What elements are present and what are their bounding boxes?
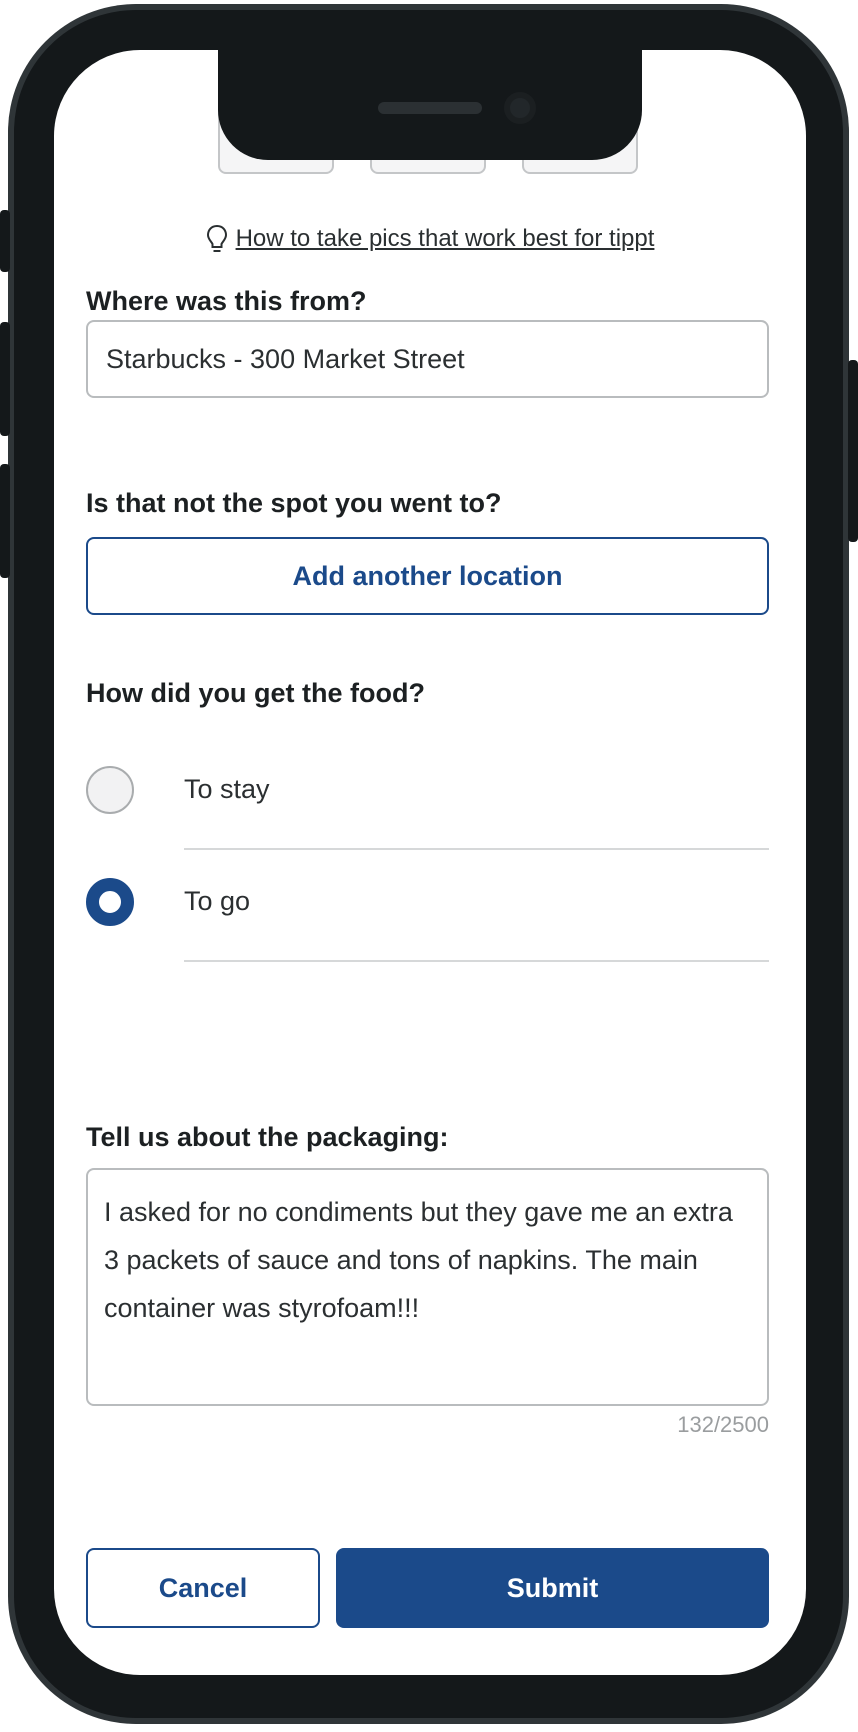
location-value: Starbucks - 300 Market Street <box>106 343 465 374</box>
packaging-textarea[interactable]: I asked for no condiments but they gave … <box>86 1168 769 1406</box>
notch <box>218 50 642 160</box>
submit-button[interactable]: Submit <box>336 1548 769 1628</box>
cancel-button[interactable]: Cancel <box>86 1548 320 1628</box>
mute-switch <box>0 210 10 272</box>
radio-selected[interactable] <box>86 878 134 926</box>
location-input[interactable]: Starbucks - 300 Market Street <box>86 320 769 398</box>
alt-location-label: Is that not the spot you went to? <box>86 488 502 518</box>
character-counter: 132/2500 <box>677 1412 769 1437</box>
front-camera <box>504 92 536 124</box>
submit-button-label: Submit <box>506 1572 599 1603</box>
packaging-label: Tell us about the packaging: <box>86 1122 449 1152</box>
radio-label: To stay <box>184 774 270 804</box>
add-location-button[interactable]: Add another location <box>86 537 769 615</box>
location-label: Where was this from? <box>86 286 367 316</box>
pickup-label: How did you get the food? <box>86 678 425 708</box>
add-location-button-label: Add another location <box>292 560 563 591</box>
photo-tips-link[interactable]: How to take pics that work best for tipp… <box>236 225 655 253</box>
power-button <box>848 360 858 542</box>
radio-unselected[interactable] <box>86 766 134 814</box>
divider <box>184 960 769 962</box>
lightbulb-icon <box>206 224 227 252</box>
radio-option-to-stay[interactable]: To stay <box>86 738 769 850</box>
app-screen: How to take pics that work best for tipp… <box>54 50 806 1675</box>
speaker-grille <box>378 102 482 114</box>
volume-down-button <box>0 464 10 578</box>
cancel-button-label: Cancel <box>158 1572 248 1603</box>
radio-option-to-go[interactable]: To go <box>86 850 769 962</box>
volume-up-button <box>0 322 10 436</box>
radio-label: To go <box>184 886 251 916</box>
packaging-text: I asked for no condiments but they gave … <box>104 1197 733 1323</box>
photo-tip: How to take pics that work best for tipp… <box>54 224 806 254</box>
